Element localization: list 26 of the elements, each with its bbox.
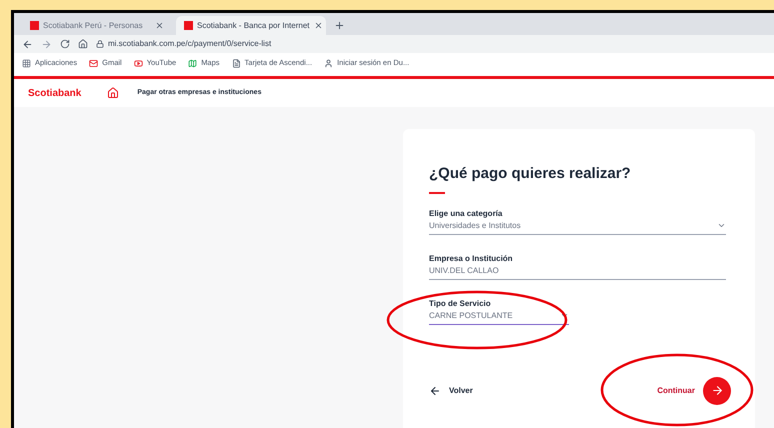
browser-tab[interactable]: Scotiabank - Banca por Internet: [176, 16, 326, 35]
home-icon[interactable]: [107, 87, 120, 99]
back-button[interactable]: Volver: [429, 384, 473, 396]
arrow-right-icon: [703, 376, 731, 404]
chevron-icon: [717, 221, 726, 230]
back-icon[interactable]: [22, 38, 33, 50]
dropdown-field[interactable]: Tipo de Servicio CARNE POSTULANTE: [429, 298, 569, 324]
form-title: ¿Qué pago quieres realizar?: [429, 164, 632, 184]
new-tab-icon[interactable]: [334, 20, 345, 31]
close-icon[interactable]: [314, 21, 323, 30]
person-icon: [324, 58, 334, 68]
dropdown-field[interactable]: Elige una categoría Universidades e Institutos: [429, 208, 726, 234]
browser-tab[interactable]: Scotiabank Perú - Personas: [22, 16, 172, 35]
video-icon: [134, 58, 143, 68]
continue-button[interactable]: Continuar: [657, 376, 731, 404]
lock-icon: [96, 40, 104, 48]
logo[interactable]: Scotiabank: [28, 86, 82, 100]
map-icon: [188, 58, 198, 68]
apps-icon: [22, 58, 31, 68]
home-icon[interactable]: [78, 39, 88, 49]
input-field[interactable]: Empresa o Institución UNIV.DEL CALLAO: [429, 252, 726, 280]
mail-icon: [89, 58, 98, 68]
close-icon[interactable]: [155, 21, 164, 30]
document-icon: [232, 58, 241, 68]
arrow-left-icon: [429, 384, 441, 396]
reload-icon[interactable]: [60, 39, 70, 49]
